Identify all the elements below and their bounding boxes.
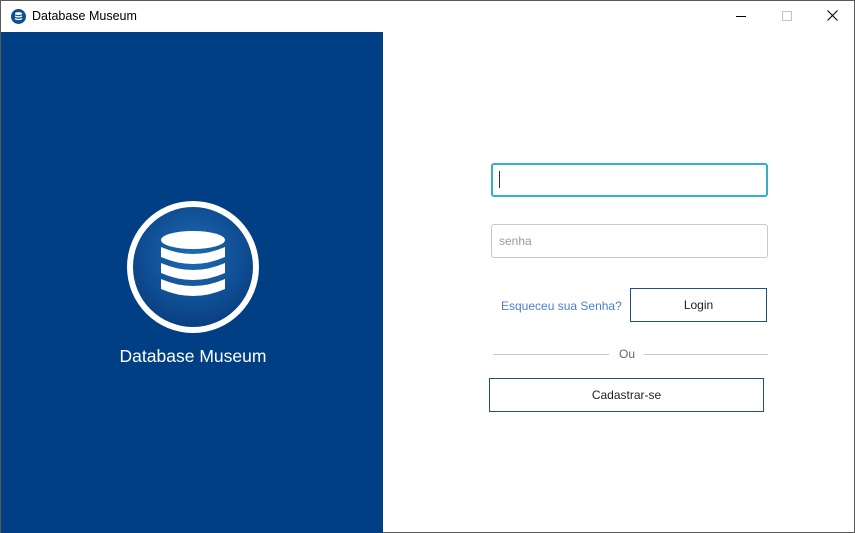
- login-button[interactable]: Login: [630, 288, 767, 322]
- minimize-icon: [736, 8, 746, 26]
- register-button[interactable]: Cadastrar-se: [489, 378, 764, 412]
- divider-label: Ou: [618, 347, 635, 361]
- title-bar[interactable]: Database Museum: [1, 1, 854, 32]
- app-window: Database Museum Database Museum Esqueceu…: [0, 0, 855, 533]
- username-input[interactable]: [491, 163, 768, 197]
- maximize-icon: [782, 8, 792, 26]
- close-button[interactable]: [809, 1, 855, 32]
- divider-line-right: [644, 354, 768, 355]
- brand-name: Database Museum: [119, 346, 267, 366]
- text-caret: [499, 171, 500, 188]
- minimize-button[interactable]: [718, 1, 764, 32]
- brand-panel: Database Museum: [1, 32, 383, 533]
- divider-line-left: [493, 354, 609, 355]
- database-icon: [11, 9, 26, 24]
- window-title: Database Museum: [32, 9, 137, 23]
- forgot-password-link[interactable]: Esqueceu sua Senha?: [501, 299, 622, 313]
- close-icon: [826, 8, 838, 26]
- maximize-button[interactable]: [764, 1, 810, 32]
- database-icon: [125, 199, 261, 335]
- password-input[interactable]: [491, 224, 768, 258]
